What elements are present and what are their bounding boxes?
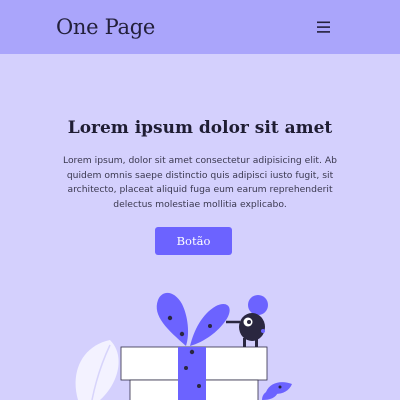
monster-character xyxy=(226,295,268,347)
cta-button[interactable]: Botão xyxy=(155,227,232,255)
brand-logo-text[interactable]: One Page xyxy=(56,12,155,42)
gift-box-lid xyxy=(120,346,268,381)
gift-box-body xyxy=(129,379,259,400)
ribbon-dot xyxy=(184,366,188,370)
small-leaf xyxy=(266,382,292,394)
monster-hat xyxy=(248,295,268,315)
bow-dot xyxy=(167,315,173,321)
bow-right-lobe xyxy=(190,303,230,346)
monster-eye xyxy=(243,317,253,327)
monster-body xyxy=(239,313,265,341)
gift-ribbon xyxy=(178,347,206,400)
ribbon-dot xyxy=(189,349,195,355)
navbar: One Page xyxy=(0,0,400,54)
hero-description: Lorem ipsum, dolor sit amet consectetur … xyxy=(62,155,337,210)
small-leaf xyxy=(262,390,278,400)
menu-button[interactable] xyxy=(312,18,334,36)
ribbon-dot xyxy=(197,384,201,388)
hamburger-menu-icon xyxy=(317,21,330,33)
bow-left-lobe xyxy=(156,292,189,346)
leaf-decoration xyxy=(75,340,119,400)
monster-leg xyxy=(243,338,246,347)
monster-pupil xyxy=(247,320,251,324)
monster-leg xyxy=(255,338,258,347)
leaf-dot xyxy=(278,385,282,389)
monster-spot xyxy=(261,329,265,333)
bow-dot xyxy=(208,324,212,328)
leaf-decoration-stem xyxy=(91,344,111,400)
hero-title: Lorem ipsum dolor sit amet xyxy=(67,118,333,138)
bow-dot xyxy=(179,331,185,337)
